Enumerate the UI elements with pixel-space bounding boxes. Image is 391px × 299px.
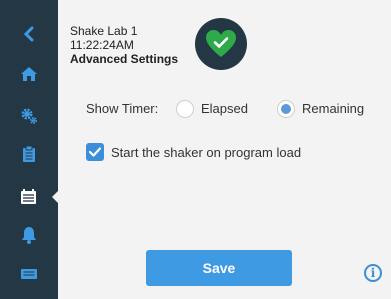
heart-check-icon	[206, 30, 236, 57]
info-button[interactable]: i	[364, 264, 382, 282]
save-button[interactable]: Save	[146, 250, 292, 286]
device-name: Shake Lab 1	[70, 24, 138, 38]
calendar-list-icon	[21, 189, 36, 204]
status-indicator	[195, 18, 247, 70]
bell-icon	[22, 227, 36, 244]
home-icon	[21, 67, 37, 81]
back-chevron-icon	[23, 26, 34, 42]
back-button[interactable]	[0, 18, 58, 50]
sidebar-item-settings[interactable]	[0, 100, 58, 132]
clock-time: 11:22:24AM	[70, 38, 134, 52]
main-panel: Shake Lab 1 11:22:24AM Advanced Settings…	[58, 0, 391, 299]
start-shaker-label[interactable]: Start the shaker on program load	[111, 145, 301, 160]
radio-elapsed-label[interactable]: Elapsed	[201, 101, 248, 116]
page-title: Advanced Settings	[70, 52, 179, 66]
sidebar	[0, 0, 59, 299]
show-timer-label: Show Timer:	[86, 101, 159, 116]
radio-elapsed[interactable]	[176, 100, 194, 118]
sidebar-item-schedule[interactable]	[0, 181, 58, 213]
header-info: Shake Lab 1 11:22:24AM Advanced Settings	[70, 24, 178, 66]
start-shaker-checkbox[interactable]	[86, 143, 104, 161]
sidebar-item-programs[interactable]	[0, 138, 58, 170]
radio-remaining[interactable]	[277, 100, 295, 118]
radio-remaining-label[interactable]: Remaining	[302, 101, 364, 116]
info-icon: i	[370, 266, 376, 280]
settings-gears-icon	[21, 108, 37, 124]
checkmark-icon	[89, 147, 101, 157]
sidebar-item-alarms[interactable]	[0, 219, 58, 251]
show-timer-row: Show Timer: Elapsed Remaining	[86, 98, 386, 120]
sidebar-item-display[interactable]	[0, 258, 58, 290]
sidebar-item-home[interactable]	[0, 58, 58, 90]
display-icon	[21, 269, 37, 279]
clipboard-icon	[23, 145, 35, 162]
